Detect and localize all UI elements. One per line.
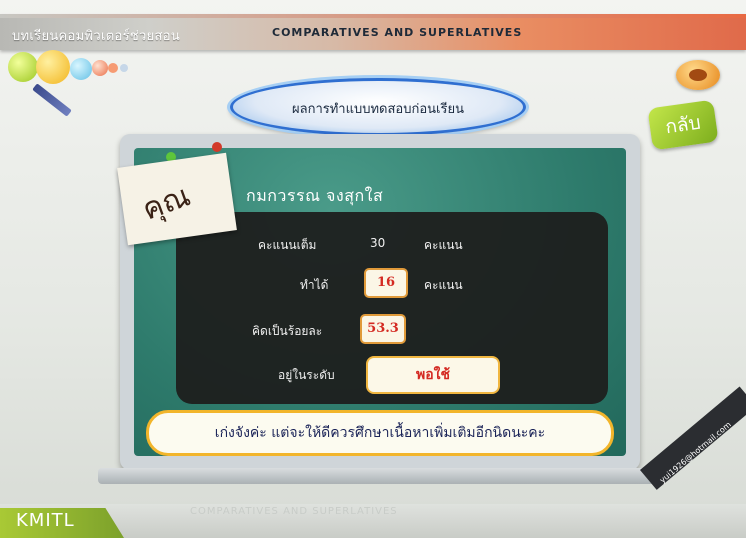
- decor-bubble-icon: [36, 50, 70, 84]
- full-score-label: คะแนนเต็ม: [258, 238, 317, 252]
- percent-value: 53.3: [360, 314, 406, 344]
- level-label: อยู่ในระดับ: [278, 368, 335, 382]
- decor-bubble-icon: [108, 63, 118, 73]
- advice-message: เก่งจังค่ะ แต่จะให้ดีควรศึกษาเนื้อหาเพิ่…: [146, 410, 614, 456]
- note-card: คุณ: [117, 152, 237, 246]
- result-title-banner: ผลการทำแบบทดสอบก่อนเรียน: [230, 78, 526, 136]
- student-name: กมกวรรณ จงสุกใส: [246, 186, 384, 205]
- menu-icon: [689, 69, 707, 81]
- decor-bubble-icon: [92, 60, 108, 76]
- score-unit: คะแนน: [424, 278, 463, 292]
- decor-bubble-icon: [120, 64, 128, 72]
- result-title: ผลการทำแบบทดสอบก่อนเรียน: [292, 102, 464, 117]
- decor-bubble-icon: [70, 58, 92, 80]
- pin-icon: [212, 142, 222, 152]
- percent-label: คิดเป็นร้อยละ: [252, 324, 323, 338]
- score-label: ทำได้: [300, 278, 329, 292]
- chalk-tray: [98, 468, 658, 484]
- footer-subtitle: COMPARATIVES AND SUPERLATIVES: [190, 506, 398, 517]
- full-score-value: 30: [370, 236, 386, 250]
- brand-label: KMITL: [16, 510, 75, 531]
- score-value: 16: [364, 268, 408, 298]
- app-title: บทเรียนคอมพิวเตอร์ช่วยสอน: [12, 29, 181, 44]
- decor-bubble-icon: [8, 52, 38, 82]
- note-label: คุณ: [137, 178, 195, 228]
- lesson-title: COMPARATIVES AND SUPERLATIVES: [272, 26, 523, 39]
- full-score-unit: คะแนน: [424, 238, 463, 252]
- level-value: พอใช้: [366, 356, 500, 394]
- menu-button[interactable]: [676, 60, 720, 90]
